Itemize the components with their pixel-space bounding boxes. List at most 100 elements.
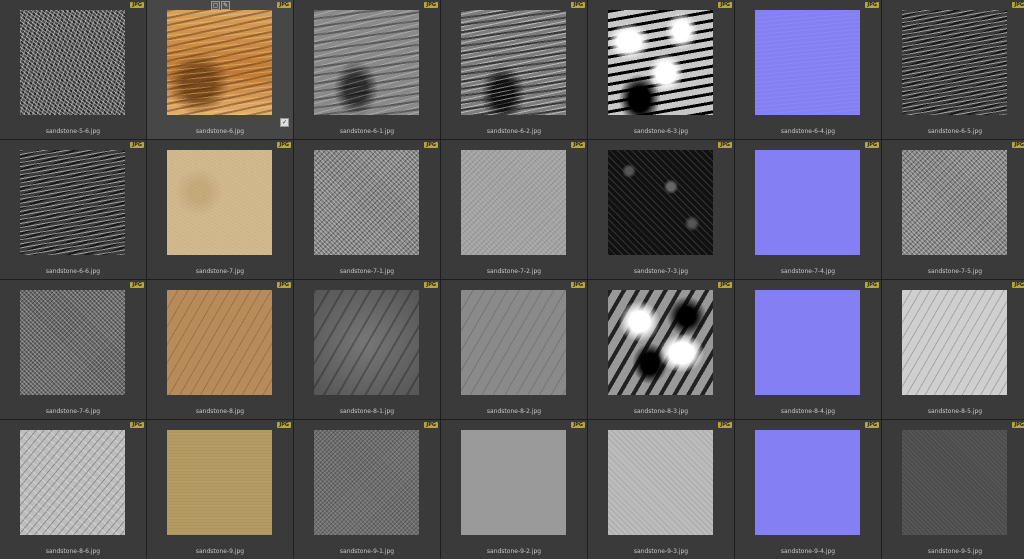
file-type-badge: JPG	[865, 422, 879, 428]
file-name-label: sandstone-9-4.jpg	[780, 548, 836, 555]
thumbnail-image[interactable]	[20, 430, 125, 535]
thumbnail-image[interactable]	[755, 290, 860, 395]
file-name-label: sandstone-6-1.jpg	[339, 128, 395, 135]
file-type-badge: JPG	[865, 282, 879, 288]
pencil-icon[interactable]: ✎	[221, 1, 230, 10]
thumbnail-image[interactable]	[755, 150, 860, 255]
file-type-badge: JPG	[424, 142, 438, 148]
file-name-label: sandstone-8-3.jpg	[633, 408, 689, 415]
thumbnail-cell[interactable]: JPG sandstone-9.jpg	[147, 420, 293, 559]
thumbnail-image[interactable]	[20, 150, 125, 255]
thumbnail-image[interactable]	[20, 10, 125, 115]
thumbnail-image[interactable]	[314, 10, 419, 115]
thumbnail-image[interactable]	[314, 150, 419, 255]
thumbnail-cell[interactable]: JPG sandstone-8-1.jpg	[294, 280, 440, 419]
thumbnail-cell[interactable]: JPG sandstone-8.jpg	[147, 280, 293, 419]
frame-icon[interactable]: ▢	[211, 1, 220, 10]
thumbnail-cell[interactable]: JPG sandstone-7.jpg	[147, 140, 293, 279]
thumbnail-image[interactable]	[902, 10, 1007, 115]
thumbnail-image[interactable]	[167, 150, 272, 255]
file-type-badge: JPG	[571, 422, 585, 428]
file-name-label: sandstone-7-1.jpg	[339, 268, 395, 275]
thumbnail-image[interactable]	[314, 290, 419, 395]
thumbnail-cell[interactable]: JPG sandstone-7-2.jpg	[441, 140, 587, 279]
file-type-badge: JPG	[1012, 282, 1024, 288]
thumbnail-cell[interactable]: JPG sandstone-8-2.jpg	[441, 280, 587, 419]
thumbnail-cell[interactable]: JPG sandstone-6-3.jpg	[588, 0, 734, 139]
file-name-label: sandstone-9-1.jpg	[339, 548, 395, 555]
thumbnail-image[interactable]	[608, 430, 713, 535]
file-type-badge: JPG	[130, 422, 144, 428]
thumbnail-cell[interactable]: JPG sandstone-8-3.jpg	[588, 280, 734, 419]
file-name-label: sandstone-8-1.jpg	[339, 408, 395, 415]
file-name-label: sandstone-8-5.jpg	[927, 408, 983, 415]
file-name-label: sandstone-8-6.jpg	[45, 548, 101, 555]
file-type-badge: JPG	[277, 282, 291, 288]
file-type-badge: JPG	[424, 282, 438, 288]
file-name-label: sandstone-8-4.jpg	[780, 408, 836, 415]
thumbnail-cell[interactable]: JPG sandstone-7-1.jpg	[294, 140, 440, 279]
thumbnail-image[interactable]	[167, 10, 272, 115]
thumbnail-cell[interactable]: JPG sandstone-9-5.jpg	[882, 420, 1024, 559]
file-type-badge: JPG	[571, 142, 585, 148]
file-name-label: sandstone-8-2.jpg	[486, 408, 542, 415]
file-name-label: sandstone-7-4.jpg	[780, 268, 836, 275]
thumbnail-cell[interactable]: JPG sandstone-6-4.jpg	[735, 0, 881, 139]
thumbnail-image[interactable]	[461, 290, 566, 395]
thumbnail-image[interactable]	[461, 430, 566, 535]
file-type-badge: JPG	[130, 142, 144, 148]
thumbnail-cell[interactable]: JPG sandstone-7-4.jpg	[735, 140, 881, 279]
thumbnail-cell[interactable]: JPG sandstone-8-6.jpg	[0, 420, 146, 559]
file-type-badge: JPG	[865, 142, 879, 148]
file-name-label: sandstone-6-4.jpg	[780, 128, 836, 135]
file-name-label: sandstone-7-6.jpg	[45, 408, 101, 415]
thumbnail-image[interactable]	[20, 290, 125, 395]
file-name-label: sandstone-8.jpg	[195, 408, 245, 415]
thumbnail-tools: ▢ ✎	[211, 1, 230, 10]
thumbnail-cell[interactable]: JPG sandstone-9-2.jpg	[441, 420, 587, 559]
thumbnail-cell[interactable]: JPG sandstone-9-4.jpg	[735, 420, 881, 559]
file-type-badge: JPG	[865, 2, 879, 8]
thumbnail-image[interactable]	[167, 430, 272, 535]
file-name-label: sandstone-6.jpg	[195, 128, 245, 135]
thumbnail-cell[interactable]: JPG sandstone-8-5.jpg	[882, 280, 1024, 419]
file-name-label: sandstone-9-2.jpg	[486, 548, 542, 555]
thumbnail-cell[interactable]: JPG sandstone-7-6.jpg	[0, 280, 146, 419]
thumbnail-cell[interactable]: JPG sandstone-6.jpg ▢ ✎ ✓	[147, 0, 293, 139]
thumbnail-cell[interactable]: JPG sandstone-6-1.jpg	[294, 0, 440, 139]
thumbnail-cell[interactable]: JPG sandstone-7-5.jpg	[882, 140, 1024, 279]
thumbnail-image[interactable]	[608, 10, 713, 115]
checkmark-icon[interactable]: ✓	[280, 118, 289, 127]
file-name-label: sandstone-9.jpg	[195, 548, 245, 555]
thumbnail-cell[interactable]: JPG sandstone-6-2.jpg	[441, 0, 587, 139]
file-type-badge: JPG	[424, 422, 438, 428]
thumbnail-cell[interactable]: JPG sandstone-6-6.jpg	[0, 140, 146, 279]
file-name-label: sandstone-6-3.jpg	[633, 128, 689, 135]
thumbnail-cell[interactable]: JPG sandstone-9-3.jpg	[588, 420, 734, 559]
thumbnail-image[interactable]	[167, 290, 272, 395]
file-name-label: sandstone-6-2.jpg	[486, 128, 542, 135]
thumbnail-image[interactable]	[608, 290, 713, 395]
thumbnail-image[interactable]	[755, 430, 860, 535]
file-type-badge: JPG	[130, 2, 144, 8]
file-type-badge: JPG	[1012, 422, 1024, 428]
thumbnail-image[interactable]	[902, 290, 1007, 395]
thumbnail-cell[interactable]: JPG sandstone-6-5.jpg	[882, 0, 1024, 139]
thumbnail-image[interactable]	[608, 150, 713, 255]
thumbnail-image[interactable]	[902, 430, 1007, 535]
thumbnail-cell[interactable]: JPG sandstone-7-3.jpg	[588, 140, 734, 279]
file-type-badge: JPG	[277, 2, 291, 8]
thumbnail-grid: JPG sandstone-5-6.jpg JPG sandstone-6.jpg ▢ ✎…	[0, 0, 1024, 559]
thumbnail-cell[interactable]: JPG sandstone-8-4.jpg	[735, 280, 881, 419]
thumbnail-cell[interactable]: JPG sandstone-9-1.jpg	[294, 420, 440, 559]
file-name-label: sandstone-7-5.jpg	[927, 268, 983, 275]
thumbnail-image[interactable]	[902, 150, 1007, 255]
thumbnail-image[interactable]	[461, 150, 566, 255]
file-type-badge: JPG	[1012, 2, 1024, 8]
thumbnail-cell[interactable]: JPG sandstone-5-6.jpg	[0, 0, 146, 139]
file-type-badge: JPG	[424, 2, 438, 8]
thumbnail-image[interactable]	[314, 430, 419, 535]
file-name-label: sandstone-6-6.jpg	[45, 268, 101, 275]
thumbnail-image[interactable]	[461, 10, 566, 115]
thumbnail-image[interactable]	[755, 10, 860, 115]
